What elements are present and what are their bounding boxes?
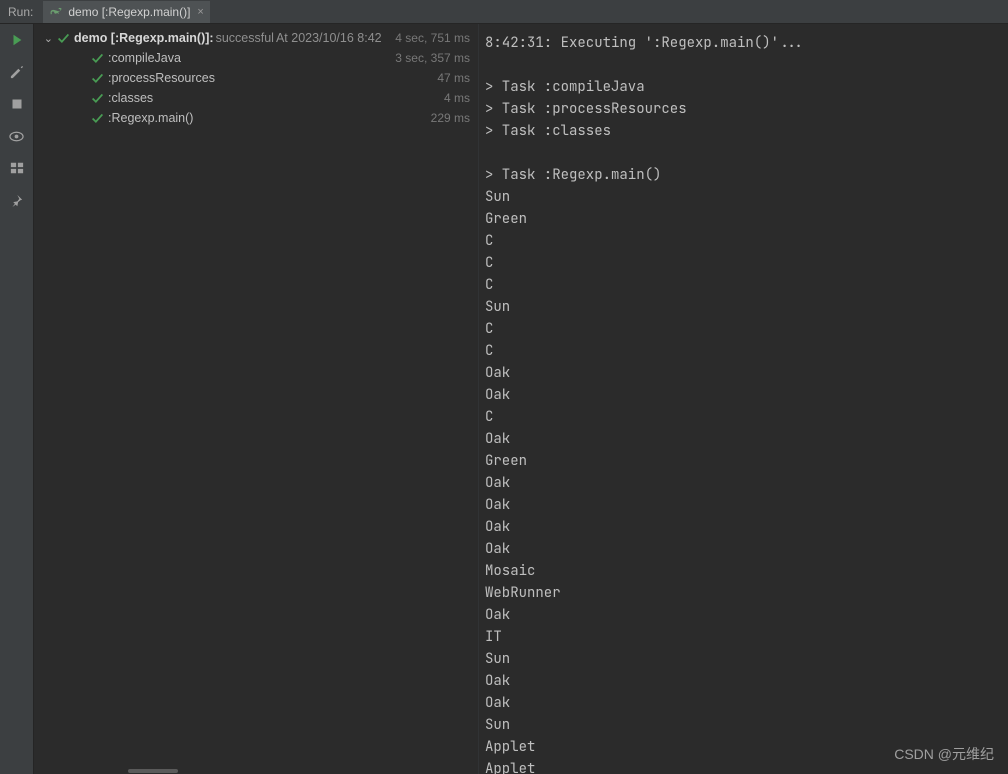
gradle-icon — [49, 5, 63, 19]
stop-button[interactable] — [9, 96, 25, 112]
run-tab[interactable]: demo [:Regexp.main()] × — [43, 1, 210, 23]
root-timestamp: At 2023/10/16 8:42 — [276, 31, 382, 45]
task-duration: 229 ms — [431, 111, 470, 125]
top-bar: Run: demo [:Regexp.main()] × — [0, 0, 1008, 24]
watermark: CSDN @元维纪 — [894, 744, 994, 764]
run-label: Run: — [8, 5, 33, 19]
root-status: successful — [216, 31, 274, 45]
check-icon — [91, 52, 104, 65]
task-label: :processResources — [108, 71, 215, 85]
task-label: :Regexp.main() — [108, 111, 193, 125]
tree-child-row[interactable]: :compileJava 3 sec, 357 ms — [34, 48, 478, 68]
rerun-button[interactable] — [9, 32, 25, 48]
root-label: demo [:Regexp.main()]: — [74, 31, 214, 45]
tree-root-row[interactable]: ⌄ demo [:Regexp.main()]: successful At 2… — [34, 28, 478, 48]
tree-child-row[interactable]: :classes 4 ms — [34, 88, 478, 108]
console-output[interactable]: 8:42:31: Executing ':Regexp.main()'... >… — [479, 24, 1008, 774]
task-tree[interactable]: ⌄ demo [:Regexp.main()]: successful At 2… — [34, 24, 479, 774]
horizontal-scrollbar-thumb[interactable] — [128, 769, 178, 773]
close-icon[interactable]: × — [197, 6, 203, 18]
root-duration: 4 sec, 751 ms — [395, 31, 470, 45]
task-duration: 47 ms — [437, 71, 470, 85]
task-label: :compileJava — [108, 51, 181, 65]
layout-button[interactable] — [9, 160, 25, 176]
tool-strip — [0, 24, 34, 774]
pin-button[interactable] — [9, 192, 25, 208]
check-icon — [57, 32, 70, 45]
task-duration: 3 sec, 357 ms — [395, 51, 470, 65]
chevron-down-icon[interactable]: ⌄ — [44, 32, 53, 45]
task-duration: 4 ms — [444, 91, 470, 105]
tree-child-row[interactable]: :processResources 47 ms — [34, 68, 478, 88]
tree-child-row[interactable]: :Regexp.main() 229 ms — [34, 108, 478, 128]
watch-button[interactable] — [9, 128, 25, 144]
settings-button[interactable] — [9, 64, 25, 80]
check-icon — [91, 92, 104, 105]
check-icon — [91, 72, 104, 85]
check-icon — [91, 112, 104, 125]
task-label: :classes — [108, 91, 153, 105]
run-tab-label: demo [:Regexp.main()] — [68, 5, 190, 19]
